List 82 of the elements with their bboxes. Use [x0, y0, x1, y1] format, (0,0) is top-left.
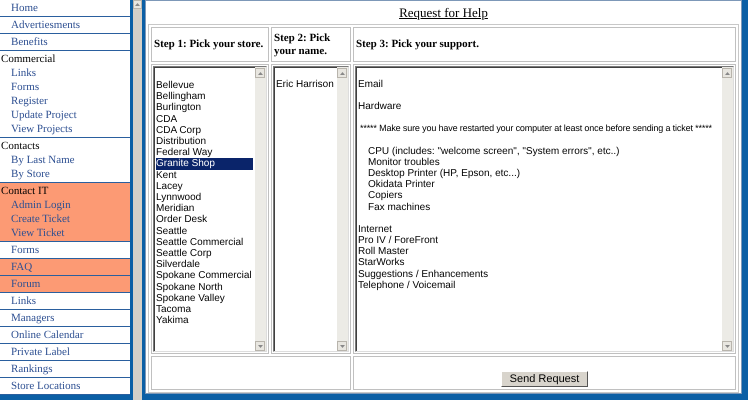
sidebar-link[interactable]: Create Ticket	[0, 212, 130, 226]
list-option[interactable]: Meridian	[156, 203, 253, 214]
scroll-up-icon	[724, 72, 730, 74]
sidebar-link[interactable]: Rankings	[0, 362, 130, 376]
list-option[interactable]: Fax machines	[358, 202, 720, 213]
list-option[interactable]: Okidata Printer	[358, 179, 720, 190]
sidebar-link[interactable]: Forms	[0, 80, 130, 94]
sidebar-heading[interactable]: Contacts	[0, 139, 130, 153]
sidebar-link[interactable]: Online Calendar	[0, 328, 130, 342]
sidebar-link[interactable]: Forum	[0, 277, 130, 291]
list-option[interactable]: Desktop Printer (HP, Epson, etc...)	[358, 168, 720, 180]
scroll-up-icon	[340, 72, 344, 74]
scroll-down-icon	[724, 344, 730, 348]
list-option[interactable]: Distribution	[156, 136, 253, 148]
list-option[interactable]: Yakima	[156, 315, 253, 326]
list-option[interactable]: Spokane North	[156, 282, 253, 293]
list-option[interactable]: Burlington	[156, 102, 253, 114]
list-box[interactable]: Eric Harrison	[273, 66, 349, 352]
sidebar-heading[interactable]: Contact IT	[0, 184, 130, 198]
list-option[interactable]: Order Desk	[156, 214, 253, 226]
sidebar-link[interactable]: By Store	[0, 167, 130, 181]
scroll-down-icon	[340, 344, 344, 348]
sidebar-link[interactable]: View Projects	[0, 122, 130, 136]
list-option[interactable]: CDA	[156, 114, 253, 125]
step-heading: Step 2: Pick your name.	[274, 32, 330, 56]
scrollbar[interactable]	[255, 67, 266, 351]
list-option[interactable]: Lacey	[156, 180, 253, 192]
list-option[interactable]: Eric Harrison	[276, 79, 335, 90]
sidebar-link[interactable]: Links	[0, 294, 130, 308]
sidebar-link[interactable]: View Ticket	[0, 226, 130, 240]
sidebar-heading[interactable]: Commercial	[0, 52, 130, 66]
step-heading: Step 3: Pick your support.	[356, 38, 479, 50]
sidebar-link[interactable]: Store Locations	[0, 379, 130, 393]
sidebar-link[interactable]: FAQ	[0, 260, 130, 274]
sidebar-link[interactable]: Update Project	[0, 108, 130, 122]
sidebar-link[interactable]: Register	[0, 94, 130, 108]
page-title: Request for Help	[399, 5, 488, 20]
sidebar-link[interactable]: Benefits	[0, 35, 130, 49]
list-option[interactable]: Seattle	[156, 226, 253, 237]
list-option[interactable]: Hardware	[358, 101, 720, 112]
scroll-down-icon	[258, 344, 262, 348]
list-option[interactable]: Spokane Valley	[156, 292, 253, 304]
list-option[interactable]: StarWorks	[358, 257, 720, 269]
list-option[interactable]: Internet	[358, 224, 720, 236]
sidebar-link[interactable]: Home	[0, 1, 130, 15]
list-option[interactable]: Kent	[156, 170, 253, 181]
scroll-up-icon	[258, 72, 262, 74]
list-option[interactable]: CPU (includes: "welcome screen", "System errors", etc..)	[358, 146, 720, 157]
send-request-button[interactable]: Send Request	[500, 371, 588, 387]
sidebar-link[interactable]: Links	[0, 66, 130, 80]
list-option[interactable]: Email	[358, 79, 720, 90]
list-option[interactable]: Bellingham	[156, 91, 253, 102]
step-heading: Step 1: Pick your store.	[154, 38, 264, 50]
sidebar-link[interactable]: By Last Name	[0, 153, 130, 167]
list-box[interactable]	[355, 66, 734, 352]
scrollbar[interactable]	[722, 67, 733, 351]
list-option[interactable]: Seattle Commercial	[156, 236, 253, 248]
list-option[interactable]: Pro IV / ForeFront	[358, 235, 720, 246]
sidebar-link[interactable]: Managers	[0, 311, 130, 325]
scrollbar[interactable]	[337, 67, 348, 351]
list-option[interactable]: Seattle Corp	[156, 248, 253, 260]
list-box[interactable]	[153, 66, 267, 352]
frame-scrollbar[interactable]	[133, 0, 142, 400]
list-option[interactable]: Copiers	[358, 190, 720, 202]
list-option[interactable]: Federal Way	[156, 147, 253, 158]
sidebar-link[interactable]: Private Label	[0, 345, 130, 359]
sidebar-link[interactable]: Advertiesments	[0, 18, 130, 32]
list-option[interactable]: Lynnwood	[156, 192, 253, 204]
list-option[interactable]: Roll Master	[358, 246, 720, 258]
list-option[interactable]: Monitor troubles	[358, 156, 720, 168]
list-option[interactable]: Suggestions / Enhancements	[358, 268, 720, 280]
list-option[interactable]: Bellevue	[156, 80, 253, 92]
list-option[interactable]: Telephone / Voicemail	[358, 280, 720, 292]
list-option[interactable]: ***** Make sure you have restarted your computer at least once before sending a ticket *****	[358, 123, 720, 135]
list-option[interactable]: Granite Shop	[156, 158, 253, 170]
sidebar-link[interactable]: Admin Login	[0, 198, 130, 212]
sidebar-link[interactable]: Forms	[0, 243, 130, 257]
list-option[interactable]: Tacoma	[156, 304, 253, 316]
scroll-up-icon	[135, 3, 140, 6]
list-option[interactable]: CDA Corp	[156, 124, 253, 136]
list-option[interactable]: Spokane Commercial	[156, 270, 253, 282]
list-option[interactable]: Silverdale	[156, 259, 253, 270]
